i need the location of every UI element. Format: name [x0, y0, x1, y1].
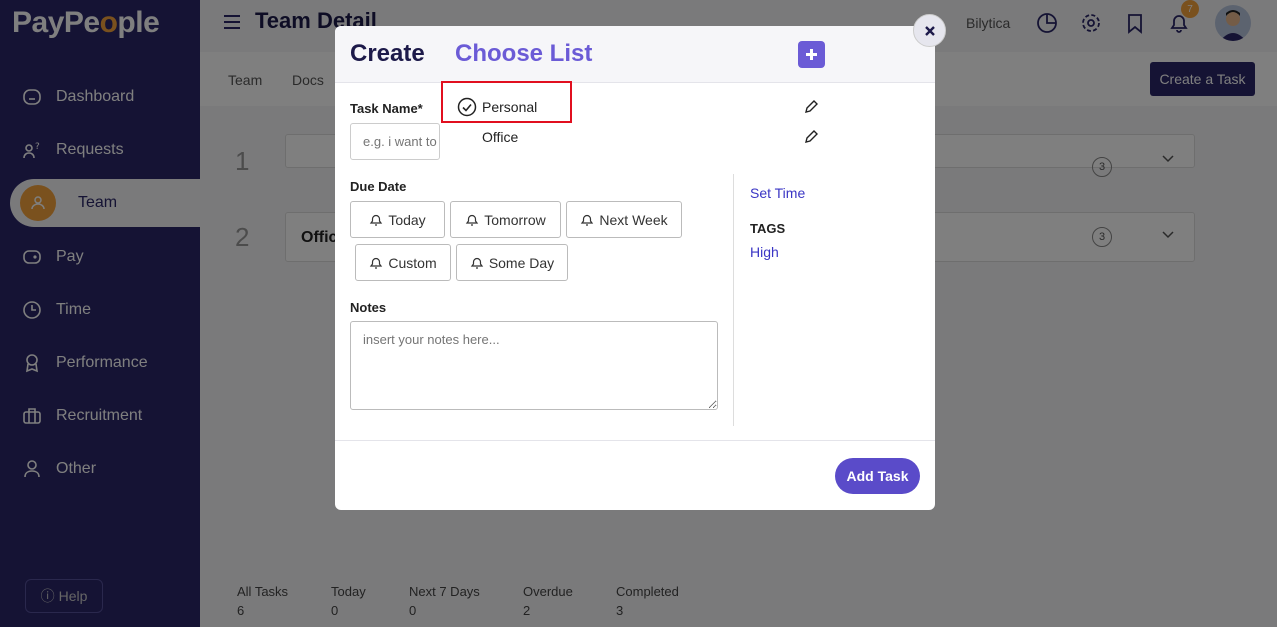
- bell-icon: [470, 257, 484, 269]
- close-icon: [924, 25, 935, 36]
- vertical-divider: [733, 174, 734, 426]
- create-task-modal: Create Choose List Task Name* Personal O…: [335, 26, 935, 510]
- notes-label: Notes: [350, 300, 387, 315]
- due-some-day-button[interactable]: Some Day: [456, 244, 568, 281]
- modal-header: Create Choose List: [335, 26, 935, 83]
- tag-high-link[interactable]: High: [750, 244, 779, 260]
- pencil-icon[interactable]: [803, 129, 819, 145]
- task-name-label: Task Name*: [350, 101, 423, 116]
- due-date-label: Due Date: [350, 179, 407, 194]
- bell-icon: [370, 214, 383, 226]
- bell-icon: [466, 214, 479, 226]
- due-today-button[interactable]: Today: [350, 201, 445, 238]
- task-name-input[interactable]: [350, 123, 440, 160]
- choose-list-dropdown[interactable]: Choose List: [455, 40, 592, 68]
- bell-icon: [581, 214, 594, 226]
- tags-label: TAGS: [750, 221, 786, 236]
- notes-textarea[interactable]: [350, 321, 718, 410]
- add-list-button[interactable]: [798, 41, 825, 68]
- close-modal-button[interactable]: [913, 14, 946, 47]
- list-option-office[interactable]: Office: [441, 122, 821, 152]
- modal-title: Create: [350, 40, 425, 67]
- set-time-link[interactable]: Set Time: [750, 185, 805, 201]
- add-task-button[interactable]: Add Task: [835, 458, 920, 494]
- bell-icon: [370, 257, 383, 269]
- selection-highlight: [441, 81, 572, 123]
- due-next-week-button[interactable]: Next Week: [566, 201, 682, 238]
- due-tomorrow-button[interactable]: Tomorrow: [450, 201, 561, 238]
- list-option-label: Office: [482, 129, 519, 145]
- modal-footer-divider: [335, 440, 935, 441]
- due-custom-button[interactable]: Custom: [355, 244, 451, 281]
- pencil-icon[interactable]: [803, 99, 819, 115]
- plus-icon: [806, 49, 817, 60]
